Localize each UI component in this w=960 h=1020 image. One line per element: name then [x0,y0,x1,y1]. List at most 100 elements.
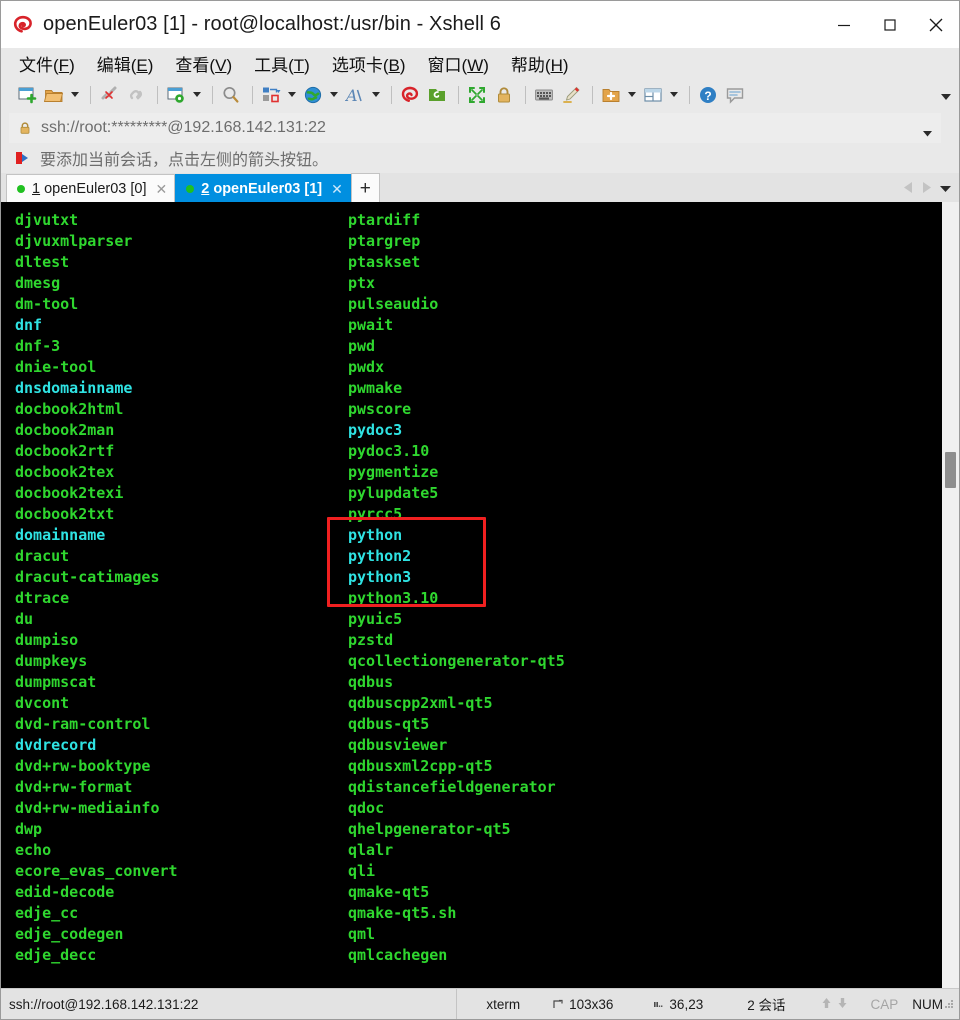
chevron-down-icon[interactable] [328,83,339,107]
toolbar-overflow-icon[interactable] [941,88,951,106]
session-properties-icon[interactable] [164,83,188,107]
terminal-line: dracut-catimages [15,568,160,586]
terminal-line: pwd [348,337,376,355]
terminal-scrollbar-thumb[interactable] [945,452,956,488]
window-controls [821,1,959,48]
chevron-down-icon[interactable] [668,83,679,107]
menu-file[interactable]: 文件(F) [19,51,75,76]
chevron-down-icon[interactable] [923,124,932,142]
toolbar-separator [391,86,392,104]
toolbar-separator [157,86,158,104]
tab-status-dot [186,184,195,193]
toolbar-separator [592,86,593,104]
toolbar-separator [212,86,213,104]
terminal-line: qdbus [348,673,394,691]
status-caps: CAP [870,993,898,1015]
chevron-down-icon[interactable] [286,83,297,107]
close-icon[interactable]: ✕ [331,182,343,196]
terminal-line: du [15,610,34,628]
status-transfer-indicators [821,993,848,1015]
new-tab-button[interactable]: + [350,173,380,202]
new-folder-icon[interactable] [599,83,623,107]
globe-encoding-icon[interactable] [301,83,325,107]
terminal-line: dmesg [15,274,61,292]
reconnect-icon[interactable] [124,83,148,107]
terminal-line: qdbusxml2cpp-qt5 [348,757,493,775]
menu-tools[interactable]: 工具(T) [254,51,310,76]
new-session-icon[interactable] [15,83,39,107]
xshell-window: openEuler03 [1] - root@localhost:/usr/bi… [0,0,960,1020]
xshell-logo-icon[interactable] [398,83,422,107]
status-size-text: 103x36 [569,996,614,1012]
terminal-line: qli [348,862,376,880]
add-to-favorites-icon[interactable] [15,151,32,166]
terminal-line: pzstd [348,631,394,649]
tab-openeuler03-0[interactable]: 1 openEuler03 [0] ✕ [6,174,176,202]
maximize-button[interactable] [867,1,913,48]
status-terminal-type-text: xterm [486,996,521,1012]
lock-icon[interactable] [492,83,516,107]
resize-grip-icon[interactable] [943,998,955,1010]
menu-tab[interactable]: 选项卡(B) [332,51,406,76]
close-button[interactable] [913,1,959,48]
terminal-scrollbar[interactable] [941,202,959,988]
toolbar-separator [458,86,459,104]
open-folder-icon[interactable] [42,83,66,107]
layout-icon[interactable] [641,83,665,107]
terminal-line: echo [15,841,52,859]
menu-view[interactable]: 查看(V) [175,51,232,76]
chevron-down-icon[interactable] [191,83,202,107]
terminal-line-python: python [348,526,403,544]
terminal-line: pylupdate5 [348,484,439,502]
status-cursor-text: 36,23 [669,996,704,1012]
terminal-line-python3: python3 [348,568,412,586]
notice-text: 要添加当前会话，点击左侧的箭头按钮。 [40,152,329,169]
terminal-line: dnsdomainname [15,379,133,397]
terminal-line: dm-tool [15,295,79,313]
toolbar-separator [525,86,526,104]
terminal-screen[interactable]: djvutxt djvuxmlparser dltest dmesg dm-to… [1,202,941,988]
arrow-down-icon [837,997,848,1012]
chevron-left-icon[interactable] [904,180,913,198]
tab-openeuler03-1[interactable]: 2 openEuler03 [1] ✕ [175,174,351,202]
terminal-line: docbook2texi [15,484,124,502]
keyboard-icon[interactable] [532,83,556,107]
help-icon[interactable]: ? [696,83,720,107]
close-icon[interactable]: ✕ [156,182,168,196]
terminal-line: qmake-qt5.sh [348,904,457,922]
terminal-line: pwscore [348,400,412,418]
status-terminal-type: xterm [486,993,520,1015]
address-input[interactable]: ssh://root:*********@192.168.142.131:22 [41,119,326,137]
terminal-line: ptx [348,274,376,292]
menu-edit[interactable]: 编辑(E) [97,51,154,76]
highlight-pen-icon[interactable] [559,83,583,107]
notice-bar: 要添加当前会话，点击左侧的箭头按钮。 [1,143,959,173]
disconnect-icon[interactable] [97,83,121,107]
chevron-down-icon[interactable] [626,83,637,107]
find-icon[interactable] [219,83,243,107]
transfer-file-icon[interactable] [259,83,283,107]
terminal-line: pydoc3.10 [348,442,430,460]
lock-icon [18,121,32,135]
arrow-up-icon [821,997,832,1012]
address-bar[interactable]: ssh://root:*********@192.168.142.131:22 [9,113,941,143]
minimize-button[interactable] [821,1,867,48]
xftp-icon[interactable] [425,83,449,107]
chevron-down-icon[interactable] [69,83,80,107]
status-bar: ssh://root@192.168.142.131:22 xterm 103x… [1,988,959,1019]
fullscreen-icon[interactable] [465,83,489,107]
status-host: ssh://root@192.168.142.131:22 [1,989,458,1019]
tab-label: 1 openEuler03 [0] [32,180,147,197]
terminal-line: qdbuscpp2xml-qt5 [348,694,493,712]
font-icon[interactable]: A [343,83,367,107]
terminal-line: qml [348,925,376,943]
chevron-right-icon[interactable] [922,180,931,198]
chevron-down-icon[interactable] [370,83,381,107]
terminal-line: qdistancefieldgenerator [348,778,556,796]
terminal-line: pyrcc5 [348,505,403,523]
terminal-line: pwdx [348,358,385,376]
chevron-down-icon[interactable] [940,180,951,198]
chat-icon[interactable] [723,83,747,107]
menu-help[interactable]: 帮助(H) [511,51,569,76]
menu-window[interactable]: 窗口(W) [428,51,489,76]
